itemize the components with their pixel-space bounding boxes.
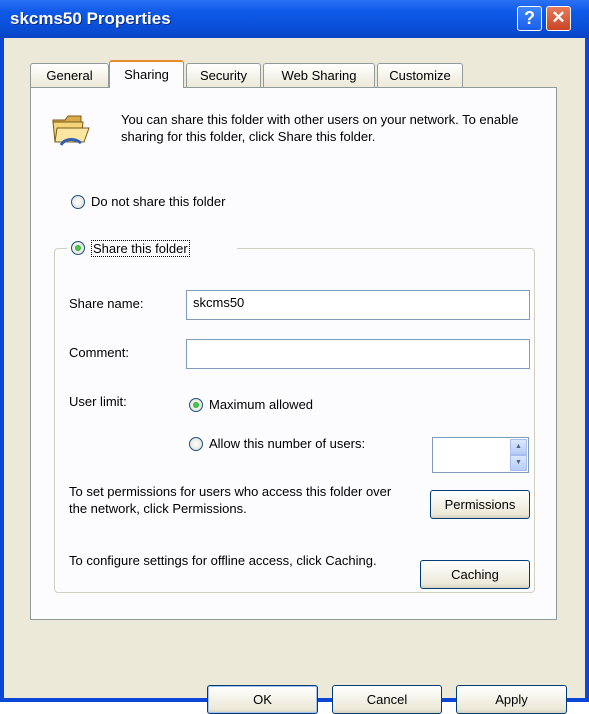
shared-folder-icon xyxy=(52,115,90,146)
tab-general[interactable]: General xyxy=(30,63,109,87)
tab-customize[interactable]: Customize xyxy=(377,63,463,87)
close-icon[interactable]: ✕ xyxy=(546,6,571,31)
permissions-text: To set permissions for users who access … xyxy=(69,484,392,516)
tab-web-sharing[interactable]: Web Sharing xyxy=(263,63,375,87)
properties-window: skcms50 Properties ? ✕ General Sharing S… xyxy=(0,0,589,714)
ok-button[interactable]: OK xyxy=(207,685,318,714)
stepper-up-icon[interactable]: ▲ xyxy=(510,439,527,455)
tab-sharing[interactable]: Sharing xyxy=(109,60,184,88)
sharing-info-text: You can share this folder with other use… xyxy=(121,112,519,144)
user-limit-label: User limit: xyxy=(69,394,127,409)
window-title: skcms50 Properties xyxy=(10,9,171,28)
share-folder-label[interactable]: Share this folder xyxy=(91,240,190,257)
share-folder-radio[interactable] xyxy=(71,241,85,255)
cancel-button[interactable]: Cancel xyxy=(332,685,442,714)
do-not-share-label[interactable]: Do not share this folder xyxy=(91,194,225,209)
apply-button[interactable]: Apply xyxy=(456,685,567,714)
allow-number-radio[interactable] xyxy=(189,437,203,451)
share-name-field[interactable]: skcms50 xyxy=(186,290,530,320)
dialog-body: General Sharing Security Web Sharing Cus… xyxy=(4,38,585,714)
permissions-button[interactable]: Permissions xyxy=(430,490,530,519)
title-bar[interactable]: skcms50 Properties ? ✕ xyxy=(0,0,589,38)
stepper-buttons: ▲ ▼ xyxy=(510,439,527,471)
tab-security[interactable]: Security xyxy=(186,63,261,87)
sharing-panel: You can share this folder with other use… xyxy=(30,87,557,620)
comment-field[interactable] xyxy=(186,339,530,369)
maximum-allowed-label[interactable]: Maximum allowed xyxy=(209,397,313,412)
allow-number-label[interactable]: Allow this number of users: xyxy=(209,436,365,451)
caching-button[interactable]: Caching xyxy=(420,560,530,589)
caching-text: To configure settings for offline access… xyxy=(69,553,377,568)
maximum-allowed-radio[interactable] xyxy=(189,398,203,412)
share-name-label: Share name: xyxy=(69,296,144,311)
help-icon[interactable]: ? xyxy=(517,6,542,31)
comment-label: Comment: xyxy=(69,345,129,360)
stepper-down-icon[interactable]: ▼ xyxy=(510,455,527,471)
do-not-share-radio[interactable] xyxy=(71,195,85,209)
user-count-stepper[interactable]: ▲ ▼ xyxy=(432,437,529,473)
